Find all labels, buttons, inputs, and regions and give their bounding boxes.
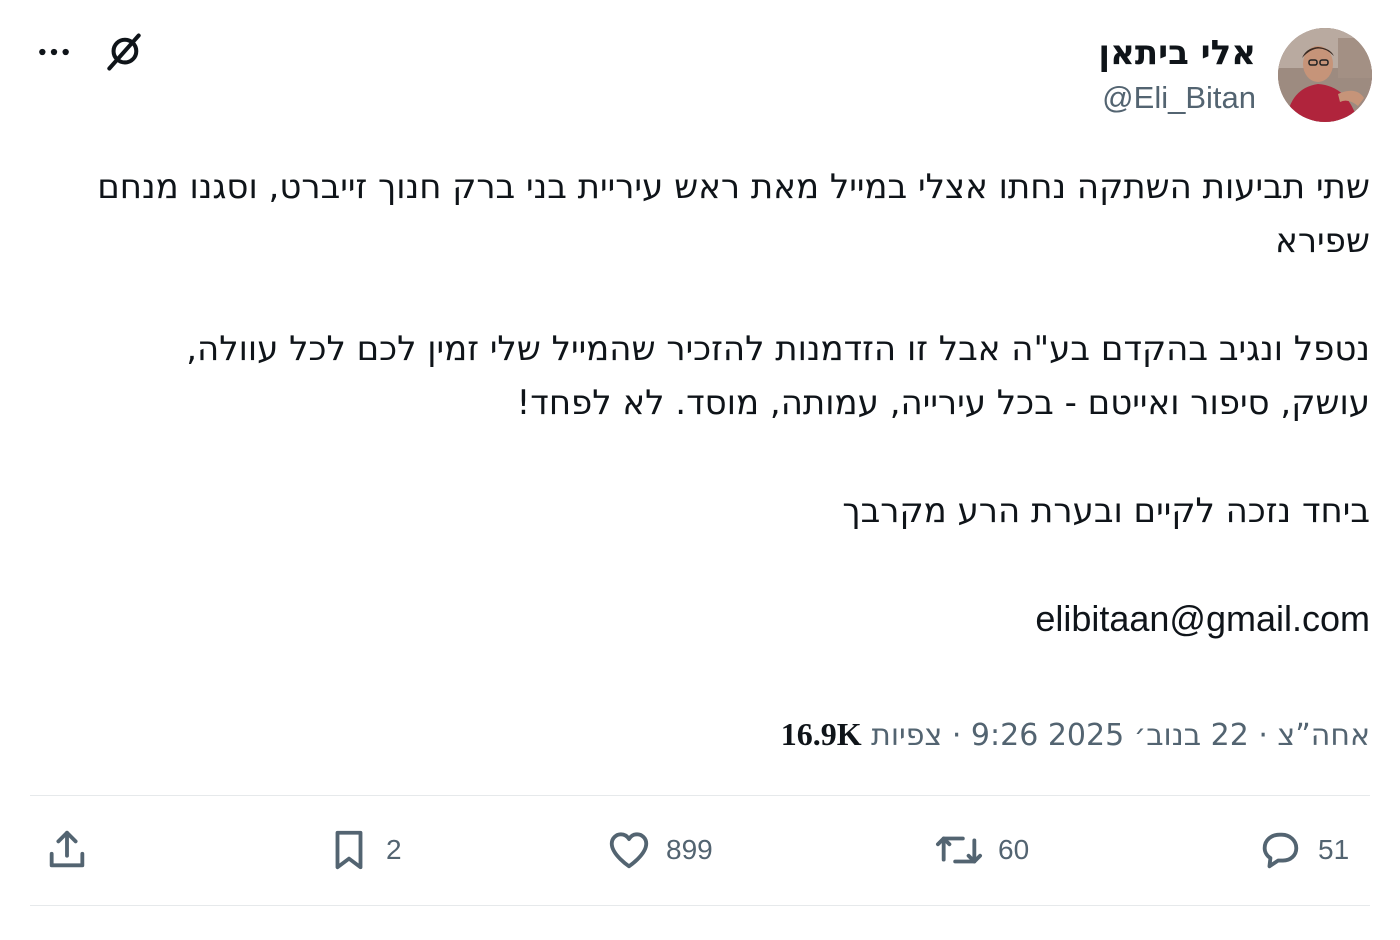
timestamp[interactable]: אחה”צ · 22 בנוב׳ 2025 9:26 ·	[952, 718, 1370, 753]
divider	[30, 795, 1370, 796]
header-actions	[34, 30, 146, 74]
user-handle[interactable]: @Eli_Bitan	[1098, 76, 1256, 120]
repost-count: 60	[998, 834, 1030, 865]
views-count: 16.9K	[780, 716, 862, 752]
bookmark-icon	[326, 827, 372, 873]
grok-icon[interactable]	[102, 30, 146, 74]
email-link[interactable]: elibitaan@gmail.com	[90, 592, 1370, 646]
share-button[interactable]	[44, 827, 90, 873]
like-count: 899	[666, 834, 713, 865]
bookmark-count: 2	[386, 834, 402, 865]
like-button[interactable]: 899	[606, 827, 713, 873]
more-horizontal-icon[interactable]	[34, 32, 74, 72]
display-name[interactable]: אלי ביתאן	[1098, 30, 1256, 76]
tweet-paragraph: שתי תביעות השתקה נחתו אצלי במייל מאת ראש…	[86, 167, 1370, 261]
reply-count: 51	[1318, 834, 1350, 865]
tweet: אלי ביתאן @Eli_Bitan שתי תביעות השתקה נח…	[0, 0, 1400, 940]
share-icon	[44, 827, 90, 873]
bookmark-button[interactable]: 2	[326, 827, 402, 873]
repost-button[interactable]: 60	[934, 827, 1029, 873]
tweet-paragraph: נטפל ונגיב בהקדם בע"ה אבל זו הזדמנות להז…	[175, 329, 1370, 423]
reply-icon	[1256, 827, 1304, 873]
repost-icon	[934, 827, 984, 873]
author-info: אלי ביתאן @Eli_Bitan	[1098, 30, 1256, 120]
tweet-paragraph: ביחד נזכה לקיים ובערת הרע מקרבך	[842, 491, 1370, 531]
tweet-text: שתי תביעות השתקה נחתו אצלי במייל מאת ראש…	[90, 160, 1370, 700]
action-bar: 2 899 60 51	[0, 805, 1400, 897]
views-label: צפיות	[871, 718, 943, 753]
avatar[interactable]	[1278, 28, 1372, 122]
reply-button[interactable]: 51	[1256, 827, 1349, 873]
avatar-image	[1278, 28, 1372, 122]
heart-icon	[606, 827, 652, 873]
tweet-meta: אחה”צ · 22 בנוב׳ 2025 9:26 · צפיות 16.9K	[781, 712, 1370, 758]
divider	[30, 905, 1370, 906]
